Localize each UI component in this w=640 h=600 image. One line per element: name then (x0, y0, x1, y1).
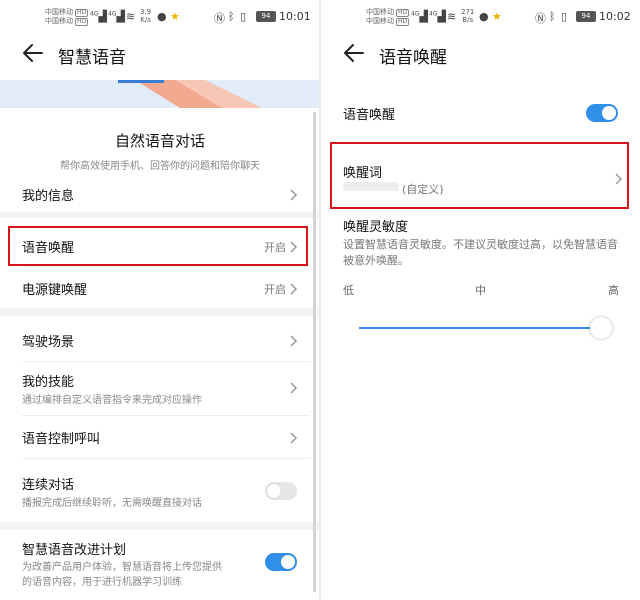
banner-illustration (0, 80, 320, 108)
vibrate-icon: ▯ (240, 10, 247, 23)
bluetooth-icon: ᛒ (549, 10, 556, 23)
clock: 10:01 (279, 10, 311, 23)
battery-indicator: 94 (576, 11, 596, 22)
row-label: 我的信息 (22, 189, 75, 204)
carrier-name: 中国移动 (45, 17, 73, 25)
carrier-info: 中国移动 HD 中国移动 HD (366, 8, 410, 26)
chevron-right-icon (290, 189, 298, 201)
wifi-icon: ≋ (447, 10, 457, 23)
natural-dialog-card: 自然语音对话 帮你高效使用手机、回答你的问题和陪你聊天 我的信息 (0, 108, 320, 212)
bluetooth-icon: ᛒ (228, 10, 235, 23)
section-label: 唤醒灵敏度 (343, 220, 409, 235)
row-label: 我的技能 (22, 375, 75, 390)
back-arrow-icon[interactable] (343, 42, 365, 64)
tick-mid: 中 (475, 284, 486, 297)
carrier-info: 中国移动 HD 中国移动 HD (45, 8, 89, 26)
signal-icon: 4G▟ (411, 10, 428, 23)
tick-high: 高 (608, 284, 619, 297)
chevron-right-icon (290, 283, 298, 295)
highlight-box (330, 142, 629, 209)
signal-icon: 4G▟ (90, 10, 107, 23)
row-label: 语音唤醒 (343, 108, 396, 123)
continuous-dialog-row: 连续对话 播报完成后继续聆听，无需唤醒直接对话 (0, 462, 320, 514)
sensitivity-slider-thumb[interactable] (590, 317, 612, 339)
carrier-name: 中国移动 (366, 8, 394, 16)
sensitivity-section: 唤醒灵敏度 设置智慧语音灵敏度。不建议灵敏度过高，以免智慧语音被意外唤醒。 (321, 214, 640, 274)
features-card: 驾驶场景 我的技能 通过编排自定义语音指令来完成对应操作 语音控制呼叫 连续对话… (0, 316, 320, 522)
hd-badge: HD (75, 18, 89, 26)
row-label: 连续对话 (22, 478, 75, 493)
row-label: 电源键唤醒 (22, 283, 88, 298)
divider (22, 458, 310, 459)
app-header: 智慧语音 (0, 32, 320, 80)
voice-assistant-screen: 中国移动 HD 中国移动 HD 4G▟ 4G▟ ≋ 3.9 K/s ● ★ Ⓝ ᛒ … (0, 0, 320, 600)
row-label: 驾驶场景 (22, 335, 75, 350)
carrier-name: 中国移动 (45, 8, 73, 16)
voice-wake-screen: 中国移动 HD 中国移动 HD 4G▟ 4G▟ ≋ 271 B/s ● ★ Ⓝ ᛒ … (321, 0, 640, 600)
chevron-right-icon (290, 432, 298, 444)
chevron-right-icon (290, 382, 298, 394)
status-bar: 中国移动 HD 中国移动 HD 4G▟ 4G▟ ≋ 3.9 K/s ● ★ Ⓝ ᛒ … (0, 0, 320, 32)
voice-wake-toggle-row: 语音唤醒 (321, 96, 640, 130)
highlight-box (8, 226, 308, 266)
scrollbar[interactable] (313, 112, 316, 592)
wifi-icon: ≋ (126, 10, 136, 23)
message-icon: ● (157, 10, 167, 23)
row-sublabel: 播报完成后继续聆听，无需唤醒直接对话 (22, 498, 202, 509)
divider (22, 361, 310, 362)
row-label: 智慧语音改进计划 (22, 543, 127, 558)
divider (22, 266, 310, 267)
app-header: 语音唤醒 (321, 32, 640, 80)
power-key-wake-row[interactable]: 电源键唤醒 开启 (0, 270, 320, 306)
battery-indicator: 94 (256, 11, 276, 22)
message-icon: ● (479, 10, 489, 23)
sensitivity-description: 设置智慧语音灵敏度。不建议灵敏度过高，以免智慧语音被意外唤醒。 (343, 238, 618, 267)
vibrate-icon: ▯ (561, 10, 568, 23)
row-sublabel: 的语音内容，用于进行机器学习训练 (22, 577, 182, 588)
network-speed: 3.9 K/s (140, 8, 152, 24)
improvement-plan-row: 智慧语音改进计划 为改善产品用户体验，智慧语音将上传您提供 的语音内容，用于进行… (0, 530, 320, 600)
voice-call-row[interactable]: 语音控制呼叫 (0, 418, 320, 456)
row-sublabel: 为改善产品用户体验，智慧语音将上传您提供 (22, 562, 222, 573)
star-icon: ★ (492, 10, 502, 23)
voice-wake-toggle[interactable] (586, 104, 618, 122)
sensitivity-slider-track[interactable] (359, 327, 601, 329)
hd-badge: HD (75, 9, 89, 17)
page-title: 智慧语音 (58, 48, 126, 68)
back-arrow-icon[interactable] (22, 42, 44, 64)
my-skills-row[interactable]: 我的技能 通过编排自定义语音指令来完成对应操作 (0, 364, 320, 412)
my-info-row[interactable]: 我的信息 (0, 178, 320, 210)
divider (22, 415, 310, 416)
nfc-icon: Ⓝ (535, 12, 546, 25)
signal-icon: 4G▟ (108, 10, 125, 23)
carrier-name: 中国移动 (366, 17, 394, 25)
tick-low: 低 (343, 284, 354, 297)
driving-scene-row[interactable]: 驾驶场景 (0, 322, 320, 358)
improvement-plan-card: 智慧语音改进计划 为改善产品用户体验，智慧语音将上传您提供 的语音内容，用于进行… (0, 530, 320, 600)
row-label: 语音控制呼叫 (22, 432, 101, 447)
chevron-right-icon (290, 335, 298, 347)
power-key-wake-status: 开启 (264, 283, 286, 296)
continuous-dialog-toggle[interactable] (265, 482, 297, 500)
nfc-icon: Ⓝ (214, 12, 225, 25)
hd-badge: HD (396, 18, 410, 26)
banner-graphic (0, 80, 320, 108)
row-sublabel: 通过编排自定义语音指令来完成对应操作 (22, 395, 202, 406)
section-title: 自然语音对话 (114, 132, 205, 150)
clock: 10:02 (599, 10, 631, 23)
page-title: 语音唤醒 (379, 48, 447, 68)
section-description: 帮你高效使用手机、回答你的问题和陪你聊天 (60, 161, 260, 172)
hd-badge: HD (396, 9, 410, 17)
improvement-plan-toggle[interactable] (265, 553, 297, 571)
status-bar: 中国移动 HD 中国移动 HD 4G▟ 4G▟ ≋ 271 B/s ● ★ Ⓝ ᛒ … (321, 0, 640, 32)
signal-icon: 4G▟ (429, 10, 446, 23)
network-speed: 271 B/s (461, 8, 475, 24)
star-icon: ★ (170, 10, 180, 23)
